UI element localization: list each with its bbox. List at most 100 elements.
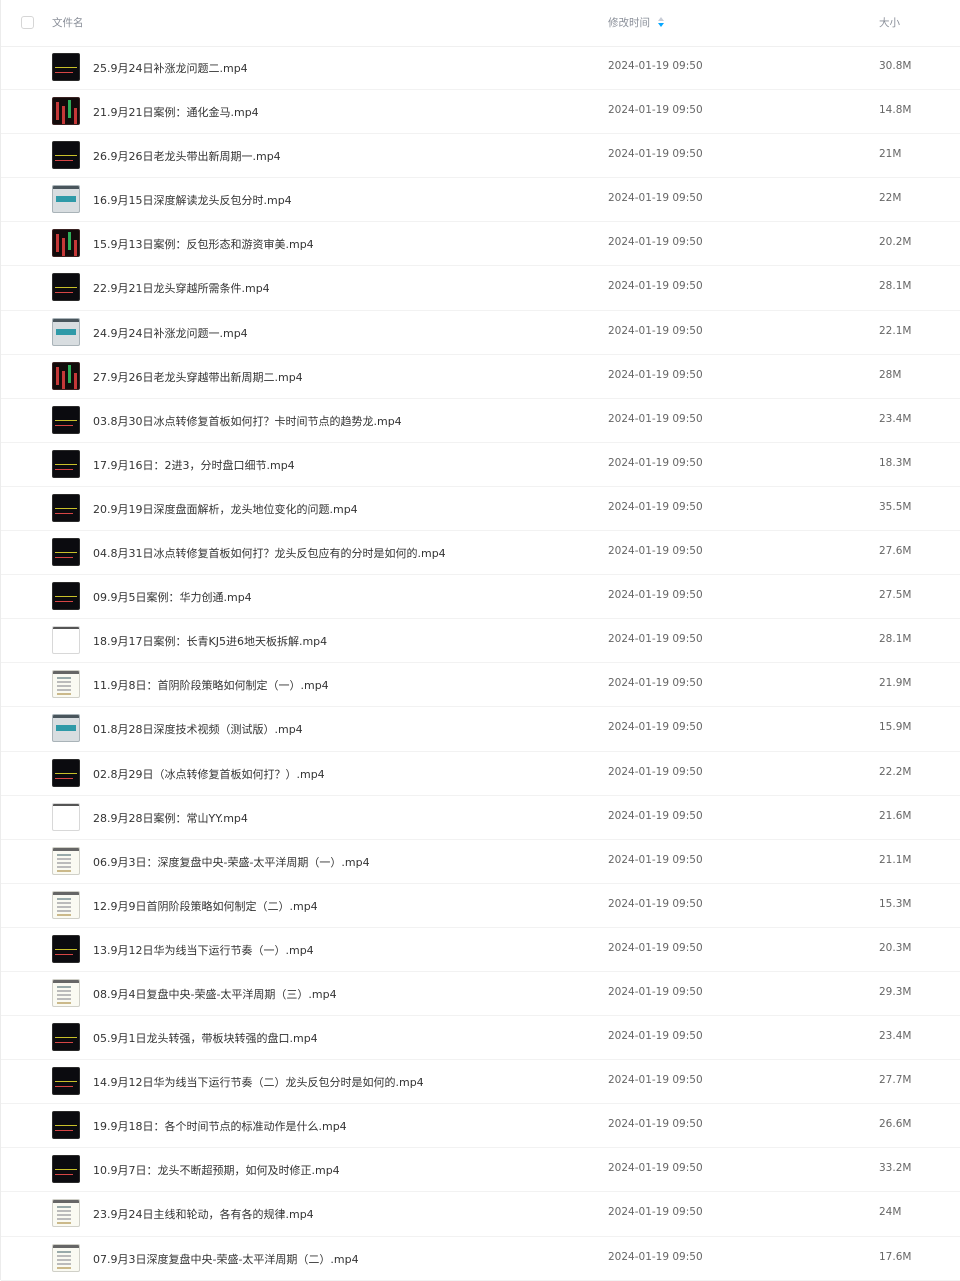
video-thumbnail-icon[interactable] xyxy=(52,229,80,258)
file-size: 15.3M xyxy=(879,897,912,910)
file-row[interactable]: 10.9月7日：龙头不断超预期，如何及时修正.mp4 2024-01-19 09:… xyxy=(1,1148,960,1193)
video-thumbnail-icon[interactable] xyxy=(52,317,80,346)
file-row[interactable]: 05.9月1日龙头转强，带板块转强的盘口.mp4 2024-01-19 09:50… xyxy=(1,1016,960,1061)
file-name[interactable]: 14.9月12日华为线当下运行节奏（二）龙头反包分时是如何的.mp4 xyxy=(93,1074,424,1090)
video-thumbnail-icon[interactable] xyxy=(52,934,80,963)
file-row[interactable]: 17.9月16日：2进3，分时盘口细节.mp4 2024-01-19 09:50 1… xyxy=(1,443,960,487)
video-thumbnail-icon[interactable] xyxy=(52,1023,80,1052)
file-name[interactable]: 28.9月28日案例：常山YY.mp4 xyxy=(93,810,248,826)
file-name[interactable]: 05.9月1日龙头转强，带板块转强的盘口.mp4 xyxy=(93,1030,318,1046)
file-row[interactable]: 24.9月24日补涨龙问题一.mp4 2024-01-19 09:50 22.1M xyxy=(1,311,960,355)
file-name[interactable]: 10.9月7日：龙头不断超预期，如何及时修正.mp4 xyxy=(93,1162,340,1178)
file-name[interactable]: 03.8月30日冰点转修复首板如何打？卡时间节点的趋势龙.mp4 xyxy=(93,413,402,429)
video-thumbnail-icon[interactable] xyxy=(52,670,80,699)
file-list-page: 文件名 修改时间 大小 25.9月24日补涨龙问题二.mp4 2024-01-19… xyxy=(0,0,960,1281)
video-thumbnail-icon[interactable] xyxy=(52,97,80,126)
select-all-checkbox[interactable] xyxy=(21,16,34,29)
video-thumbnail-icon[interactable] xyxy=(52,493,80,522)
file-modified-time: 2024-01-19 09:50 xyxy=(608,412,703,425)
file-name[interactable]: 02.8月29日（冰点转修复首板如何打？）.mp4 xyxy=(93,766,325,782)
video-thumbnail-icon[interactable] xyxy=(52,1199,80,1228)
file-row[interactable]: 07.9月3日深度复盘中央-荣盛-太平洋周期（二）.mp4 2024-01-19 … xyxy=(1,1237,960,1281)
file-row[interactable]: 08.9月4日复盘中央-荣盛-太平洋周期（三）.mp4 2024-01-19 09… xyxy=(1,972,960,1017)
file-row[interactable]: 12.9月9日首阴阶段策略如何制定（二）.mp4 2024-01-19 09:50… xyxy=(1,884,960,928)
video-thumbnail-icon[interactable] xyxy=(52,405,80,434)
file-name[interactable]: 16.9月15日深度解读龙头反包分时.mp4 xyxy=(93,192,292,208)
file-name[interactable]: 12.9月9日首阴阶段策略如何制定（二）.mp4 xyxy=(93,898,318,914)
video-thumbnail-icon[interactable] xyxy=(52,802,80,831)
file-row[interactable]: 21.9月21日案例：通化金马.mp4 2024-01-19 09:50 14.8M xyxy=(1,90,960,135)
file-row[interactable]: 11.9月8日：首阴阶段策略如何制定（一）.mp4 2024-01-19 09:5… xyxy=(1,663,960,708)
file-row[interactable]: 22.9月21日龙头穿越所需条件.mp4 2024-01-19 09:50 28.1… xyxy=(1,266,960,311)
video-thumbnail-icon[interactable] xyxy=(52,185,80,214)
file-name[interactable]: 08.9月4日复盘中央-荣盛-太平洋周期（三）.mp4 xyxy=(93,986,337,1002)
file-name[interactable]: 20.9月19日深度盘面解析，龙头地位变化的问题.mp4 xyxy=(93,501,358,517)
sort-icon[interactable] xyxy=(658,17,666,29)
file-name[interactable]: 26.9月26日老龙头带出新周期一.mp4 xyxy=(93,148,281,164)
file-row[interactable]: 23.9月24日主线和轮动，各有各的规律.mp4 2024-01-19 09:50… xyxy=(1,1192,960,1237)
video-thumbnail-icon[interactable] xyxy=(52,1067,80,1096)
file-row[interactable]: 15.9月13日案例：反包形态和游资审美.mp4 2024-01-19 09:50… xyxy=(1,222,960,267)
video-thumbnail-icon[interactable] xyxy=(52,1155,80,1184)
file-row[interactable]: 09.9月5日案例：华力创通.mp4 2024-01-19 09:50 27.5M xyxy=(1,575,960,620)
video-thumbnail-icon[interactable] xyxy=(52,978,80,1007)
file-size: 30.8M xyxy=(879,60,912,72)
file-size: 22.1M xyxy=(879,324,912,337)
video-thumbnail-icon[interactable] xyxy=(52,1111,80,1140)
file-row[interactable]: 04.8月31日冰点转修复首板如何打？龙头反包应有的分时是如何的.mp4 2024… xyxy=(1,531,960,576)
video-thumbnail-icon[interactable] xyxy=(52,449,80,478)
file-name[interactable]: 13.9月12日华为线当下运行节奏（一）.mp4 xyxy=(93,942,314,958)
file-row[interactable]: 01.8月28日深度技术视频（测试版）.mp4 2024-01-19 09:50 1… xyxy=(1,707,960,752)
file-name[interactable]: 07.9月3日深度复盘中央-荣盛-太平洋周期（二）.mp4 xyxy=(93,1251,359,1267)
file-name[interactable]: 06.9月3日：深度复盘中央-荣盛-太平洋周期（一）.mp4 xyxy=(93,854,370,870)
file-row[interactable]: 06.9月3日：深度复盘中央-荣盛-太平洋周期（一）.mp4 2024-01-19… xyxy=(1,840,960,884)
video-thumbnail-icon[interactable] xyxy=(52,582,80,611)
video-thumbnail-icon[interactable] xyxy=(52,626,80,655)
file-row[interactable]: 18.9月17日案例：长青KJ5进6地天板拆解.mp4 2024-01-19 09… xyxy=(1,619,960,664)
file-row[interactable]: 20.9月19日深度盘面解析，龙头地位变化的问题.mp4 2024-01-19 0… xyxy=(1,487,960,532)
file-name[interactable]: 17.9月16日：2进3，分时盘口细节.mp4 xyxy=(93,457,295,473)
file-name[interactable]: 19.9月18日：各个时间节点的标准动作是什么.mp4 xyxy=(93,1118,347,1134)
file-row[interactable]: 03.8月30日冰点转修复首板如何打？卡时间节点的趋势龙.mp4 2024-01-… xyxy=(1,399,960,443)
file-modified-time: 2024-01-19 09:50 xyxy=(608,148,703,161)
video-thumbnail-icon[interactable] xyxy=(52,538,80,567)
video-thumbnail-icon[interactable] xyxy=(52,141,80,170)
video-thumbnail-icon[interactable] xyxy=(52,273,80,302)
video-thumbnail-icon[interactable] xyxy=(52,53,80,81)
file-row[interactable]: 13.9月12日华为线当下运行节奏（一）.mp4 2024-01-19 09:50… xyxy=(1,928,960,972)
video-thumbnail-icon[interactable] xyxy=(52,758,80,787)
file-row[interactable]: 02.8月29日（冰点转修复首板如何打？）.mp4 2024-01-19 09:5… xyxy=(1,752,960,796)
column-header-name[interactable]: 文件名 xyxy=(52,15,84,30)
file-name[interactable]: 22.9月21日龙头穿越所需条件.mp4 xyxy=(93,280,270,296)
file-row[interactable]: 14.9月12日华为线当下运行节奏（二）龙头反包分时是如何的.mp4 2024-0… xyxy=(1,1060,960,1105)
video-thumbnail-icon[interactable] xyxy=(52,361,80,390)
file-row[interactable]: 28.9月28日案例：常山YY.mp4 2024-01-19 09:50 21.6M xyxy=(1,796,960,840)
file-name[interactable]: 15.9月13日案例：反包形态和游资审美.mp4 xyxy=(93,236,314,252)
file-name[interactable]: 04.8月31日冰点转修复首板如何打？龙头反包应有的分时是如何的.mp4 xyxy=(93,545,446,561)
column-header-time[interactable]: 修改时间 xyxy=(608,15,650,30)
file-row[interactable]: 25.9月24日补涨龙问题二.mp4 2024-01-19 09:50 30.8M xyxy=(1,46,960,91)
file-row[interactable]: 19.9月18日：各个时间节点的标准动作是什么.mp4 2024-01-19 09… xyxy=(1,1104,960,1149)
video-thumbnail-icon[interactable] xyxy=(52,890,80,919)
file-modified-time: 2024-01-19 09:50 xyxy=(608,1074,703,1087)
file-name[interactable]: 21.9月21日案例：通化金马.mp4 xyxy=(93,104,259,120)
file-row[interactable]: 26.9月26日老龙头带出新周期一.mp4 2024-01-19 09:50 21M xyxy=(1,134,960,179)
file-row[interactable]: 27.9月26日老龙头穿越带出新周期二.mp4 2024-01-19 09:50 2… xyxy=(1,355,960,399)
file-name[interactable]: 27.9月26日老龙头穿越带出新周期二.mp4 xyxy=(93,369,303,385)
video-thumbnail-icon[interactable] xyxy=(52,1243,80,1272)
file-name[interactable]: 09.9月5日案例：华力创通.mp4 xyxy=(93,589,252,605)
file-row[interactable]: 16.9月15日深度解读龙头反包分时.mp4 2024-01-19 09:50 22… xyxy=(1,178,960,223)
video-thumbnail-icon[interactable] xyxy=(52,846,80,875)
file-modified-time: 2024-01-19 09:50 xyxy=(608,545,703,558)
file-name[interactable]: 11.9月8日：首阴阶段策略如何制定（一）.mp4 xyxy=(93,677,329,693)
file-name[interactable]: 24.9月24日补涨龙问题一.mp4 xyxy=(93,325,248,341)
file-name[interactable]: 01.8月28日深度技术视频（测试版）.mp4 xyxy=(93,721,303,737)
file-modified-time: 2024-01-19 09:50 xyxy=(608,633,703,646)
column-header-size[interactable]: 大小 xyxy=(879,15,900,30)
video-thumbnail-icon[interactable] xyxy=(52,714,80,743)
file-modified-time: 2024-01-19 09:50 xyxy=(608,1250,703,1263)
file-name[interactable]: 18.9月17日案例：长青KJ5进6地天板拆解.mp4 xyxy=(93,633,327,649)
file-name[interactable]: 25.9月24日补涨龙问题二.mp4 xyxy=(93,60,248,76)
file-name[interactable]: 23.9月24日主线和轮动，各有各的规律.mp4 xyxy=(93,1206,314,1222)
file-size: 23.4M xyxy=(879,412,912,425)
